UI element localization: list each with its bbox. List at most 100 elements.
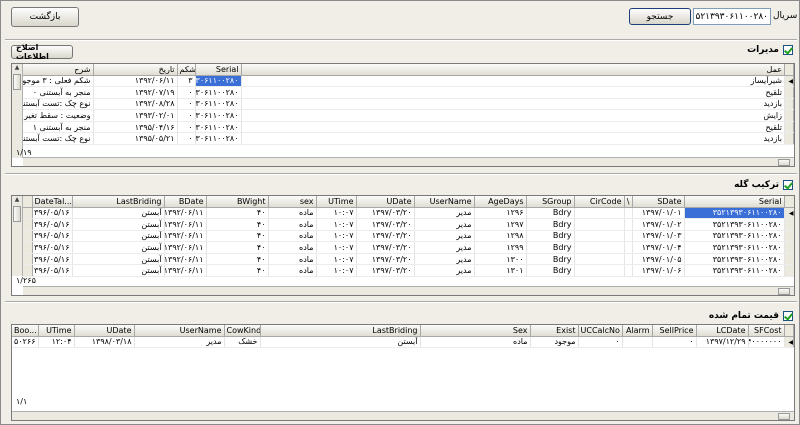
column-header[interactable]: Boo...: [12, 325, 39, 337]
table-cell[interactable]: ۵۰۲۶۶: [12, 336, 39, 349]
table-cell[interactable]: ۰: [578, 336, 623, 349]
table-cell[interactable]: ۱۳۰۰: [474, 253, 527, 266]
scroll-up-icon[interactable]: ▲: [12, 196, 22, 206]
table-cell[interactable]: ماده: [268, 218, 317, 231]
scroll-thumb[interactable]: [13, 74, 21, 90]
table-cell[interactable]: [624, 253, 633, 266]
scroll-thumb[interactable]: [13, 206, 21, 222]
table-cell[interactable]: ۳۵۲۱۳۹۳۰۶۱۱۰۰۲۸۰: [195, 121, 242, 134]
table-cell[interactable]: [624, 264, 633, 278]
column-header[interactable]: AgeDays: [474, 196, 527, 208]
column-header[interactable]: SGroup: [526, 196, 575, 208]
table-cell[interactable]: ۱۳۹۶/۰۵/۱۶: [32, 218, 73, 231]
table-cell[interactable]: ۴۰: [206, 264, 269, 278]
table-cell[interactable]: ۱۳۹۵/۰۵/۲۱: [93, 132, 178, 146]
table-row[interactable]: منجر به آبستنی ۱۱۳۹۵/۰۴/۱۶۰۳۵۲۱۳۹۳۰۶۱۱۰۰…: [23, 121, 794, 134]
table-cell[interactable]: ۱۳۹۲/۰۶/۱۱: [164, 241, 207, 254]
table-cell[interactable]: ۱۳۹۶/۰۵/۱۶: [32, 241, 73, 254]
table-cell[interactable]: ۳: [177, 75, 196, 88]
table-cell[interactable]: ماده: [268, 253, 317, 266]
row-indicator[interactable]: [784, 264, 794, 278]
table-cell[interactable]: [624, 241, 633, 254]
table-cell[interactable]: ۱۳۹۷/۰۳/۲۰: [356, 241, 415, 254]
table-cell[interactable]: ۱۳۹۷/۰۳/۲۰: [356, 253, 415, 266]
table-row[interactable]: ۱۳۹۶/۰۵/۱۶ آبستن ۱۳۹۲/۰۶/۱۱ ۴۰ ماده ۱۰:۰۷ ۱۳۹۷…: [23, 218, 794, 231]
row-indicator[interactable]: [784, 230, 794, 243]
table-cell[interactable]: Bdry: [526, 264, 575, 278]
column-header[interactable]: LastBriding: [260, 325, 421, 337]
table-cell[interactable]: ۱۰:۰۷: [316, 218, 357, 231]
section-toggle-checkbox[interactable]: [783, 180, 793, 190]
table-cell[interactable]: آبستن: [72, 241, 165, 254]
table-cell[interactable]: ۱۲۹۷: [474, 218, 527, 231]
column-header[interactable]: UTime: [316, 196, 357, 208]
horizontal-scrollbar[interactable]: [12, 411, 794, 420]
table-cell[interactable]: آبستن: [260, 336, 421, 349]
column-header[interactable]: Exist: [530, 325, 579, 337]
column-header[interactable]: SDate: [632, 196, 685, 208]
table-cell[interactable]: ۱۳۹۲/۰۶/۱۱: [164, 218, 207, 231]
column-header[interactable]: CowKind: [224, 325, 261, 337]
table-cell[interactable]: ۳۵۲۱۳۹۳۰۶۱۱۰۰۲۸۰: [684, 264, 785, 278]
table-cell[interactable]: ۱۳۹۷/۰۳/۲۰: [356, 264, 415, 278]
table-cell[interactable]: [574, 241, 625, 254]
row-indicator[interactable]: [784, 121, 794, 134]
vertical-scrollbar[interactable]: ▲: [12, 64, 23, 158]
table-cell[interactable]: ماده: [420, 336, 531, 349]
table-cell[interactable]: ۳۵۲۱۳۹۳۰۶۱۱۰۰۲۸۰: [684, 207, 785, 220]
table-cell[interactable]: مدیر: [414, 241, 475, 254]
table-cell[interactable]: آبستن: [72, 207, 165, 220]
table-cell[interactable]: زایش: [241, 109, 785, 122]
row-indicator[interactable]: [784, 218, 794, 231]
table-cell[interactable]: نوع چک :تست آبستنی اولیه تشخیص : آبستن ت…: [23, 98, 94, 111]
table-cell[interactable]: ۱۳۹۲/۰۶/۱۱: [164, 264, 207, 278]
table-cell[interactable]: Bdry: [526, 241, 575, 254]
table-cell[interactable]: ۱۰:۰۷: [316, 264, 357, 278]
column-header[interactable]: عمل: [241, 64, 785, 76]
table-cell[interactable]: نوع چک :تست آبستنی اولیه تشخیص : آبستن ت…: [23, 132, 94, 146]
table-cell[interactable]: شیرآیساز: [241, 75, 785, 88]
table-cell[interactable]: [574, 253, 625, 266]
table-cell[interactable]: ماده: [268, 241, 317, 254]
row-indicator[interactable]: [784, 98, 794, 111]
table-cell[interactable]: ۳۵۲۱۳۹۳۰۶۱۱۰۰۲۸۰: [195, 98, 242, 111]
table-cell[interactable]: ۴۰: [206, 218, 269, 231]
column-header[interactable]: UDate: [356, 196, 415, 208]
column-header[interactable]: CirCode: [574, 196, 625, 208]
table-cell[interactable]: منجر به آبستنی ۱: [23, 121, 94, 134]
table-cell[interactable]: ۱۳۹۶/۰۵/۱۶: [32, 264, 73, 278]
table-cell[interactable]: ۱۳۹۷/۰۱/۰۲: [632, 218, 685, 231]
column-header[interactable]: DateTal...: [32, 196, 73, 208]
table-cell[interactable]: ۱۳۹۲/۰۶/۱۱: [164, 207, 207, 220]
table-cell[interactable]: ماده: [268, 230, 317, 243]
table-cell[interactable]: تلقیح: [241, 86, 785, 99]
section-toggle-checkbox[interactable]: [783, 45, 793, 55]
row-indicator[interactable]: ◀: [784, 336, 794, 349]
table-cell[interactable]: [574, 218, 625, 231]
table-cell[interactable]: ۱۳۹۲/۰۶/۱۱: [164, 230, 207, 243]
table-cell[interactable]: ۳۵۲۱۳۹۳۰۶۱۱۰۰۲۸۰: [195, 86, 242, 99]
row-indicator[interactable]: [784, 109, 794, 122]
table-row[interactable]: ۱۳۹۶/۰۵/۱۶ آبستن ۱۳۹۲/۰۶/۱۱ ۴۰ ماده ۱۰:۰۷ ۱۳۹۷…: [23, 230, 794, 243]
table-cell[interactable]: آبستن: [72, 218, 165, 231]
table-cell[interactable]: ۳۵۲۱۳۹۳۰۶۱۱۰۰۲۸۰: [195, 109, 242, 122]
table-cell[interactable]: ۱۳۹۷/۰۱/۰۱: [632, 207, 685, 220]
scroll-up-icon[interactable]: ▲: [12, 64, 22, 74]
table-row[interactable]: وضعیت : سقط تغیر شکم :- طول دوره آبستنی …: [23, 109, 794, 122]
table-cell[interactable]: ۱۳۹۶/۰۵/۱۶: [32, 253, 73, 266]
table-cell[interactable]: مدیر: [134, 336, 225, 349]
table-cell[interactable]: ۱۳۹۸/۰۳/۱۸: [74, 336, 135, 349]
row-indicator[interactable]: [784, 132, 794, 146]
column-header[interactable]: UserName: [134, 325, 225, 337]
table-cell[interactable]: بازدید: [241, 98, 785, 111]
table-cell[interactable]: [574, 264, 625, 278]
table-row[interactable]: شکم فعلی : ۳ موجودیت : موجود حذف : زنده …: [23, 75, 794, 88]
table-cell[interactable]: Bdry: [526, 253, 575, 266]
table-cell[interactable]: آبستن: [72, 253, 165, 266]
table-cell[interactable]: [574, 207, 625, 220]
table-cell[interactable]: ۱۳۹۶/۰۵/۱۶: [32, 230, 73, 243]
table-cell[interactable]: [624, 230, 633, 243]
search-button[interactable]: جستجو: [629, 8, 691, 25]
table-cell[interactable]: ۰: [177, 132, 196, 146]
table-cell[interactable]: منجر به آبستنی ۰: [23, 86, 94, 99]
